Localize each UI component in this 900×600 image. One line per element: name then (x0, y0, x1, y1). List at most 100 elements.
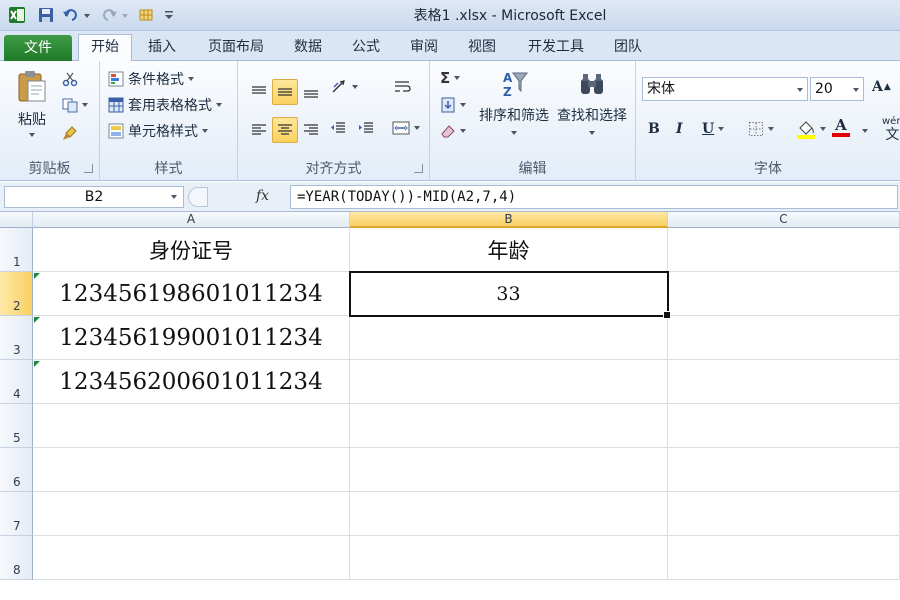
name-box[interactable]: B2 (4, 186, 184, 208)
cell-c6[interactable] (668, 448, 900, 492)
paste-button[interactable]: 粘贴 (10, 69, 54, 137)
column-header-b[interactable]: B (350, 212, 668, 228)
row-header-8[interactable]: 8 (0, 536, 33, 580)
error-indicator-a2[interactable] (34, 273, 40, 279)
tab-home[interactable]: 开始 (78, 34, 132, 62)
cell-a4[interactable]: 123456200601011234 (33, 360, 350, 404)
cell-a5[interactable] (33, 404, 350, 448)
cell-a8[interactable] (33, 536, 350, 580)
cell-b4[interactable] (350, 360, 668, 404)
align-left-button[interactable] (246, 117, 272, 143)
phonetic-char: 文 (885, 127, 900, 143)
underline-button[interactable]: U (702, 121, 725, 137)
orientation-button[interactable] (330, 79, 358, 95)
binoculars-icon (581, 74, 603, 94)
cell-c1[interactable] (668, 228, 900, 272)
tab-team[interactable]: 团队 (606, 35, 650, 61)
error-indicator-a3[interactable] (34, 317, 40, 323)
cell-a2[interactable]: 123456198601011234 (33, 272, 350, 316)
tab-page-layout[interactable]: 页面布局 (200, 35, 272, 61)
formula-bar-resize-handle[interactable] (188, 187, 208, 207)
row-header-2[interactable]: 2 (0, 272, 33, 316)
column-header-c[interactable]: C (668, 212, 900, 228)
font-size-box[interactable]: 20 (810, 77, 864, 101)
fill-dropdown-icon (460, 103, 466, 107)
align-bottom-button[interactable] (298, 79, 324, 105)
format-painter-button[interactable] (62, 125, 78, 141)
borders-button[interactable] (748, 121, 774, 137)
fill-color-button[interactable] (796, 119, 826, 139)
clipboard-launcher-icon[interactable] (84, 164, 93, 173)
column-header-a[interactable]: A (33, 212, 350, 228)
tab-file[interactable]: 文件 (4, 35, 72, 61)
cell-b2[interactable]: 33 (350, 272, 668, 316)
name-box-dropdown-icon[interactable] (171, 195, 177, 199)
fill-down-icon (441, 97, 455, 113)
insert-function-icon[interactable]: fx (256, 188, 269, 204)
sort-filter-button[interactable]: AZ 排序和筛选 (474, 69, 554, 135)
bold-button[interactable]: B (648, 121, 660, 137)
font-color-button[interactable]: A (832, 117, 850, 137)
wrap-text-button[interactable] (394, 79, 412, 95)
cut-button[interactable] (62, 71, 78, 87)
align-middle-button[interactable] (272, 79, 298, 105)
find-select-button[interactable]: 查找和选择 (552, 69, 632, 135)
cell-a3[interactable]: 123456199001011234 (33, 316, 350, 360)
format-as-table-button[interactable]: 套用表格格式 (108, 95, 222, 115)
font-color-dropdown-icon[interactable] (862, 129, 868, 133)
italic-button[interactable]: I (676, 121, 683, 137)
cell-c5[interactable] (668, 404, 900, 448)
row-header-7[interactable]: 7 (0, 492, 33, 536)
cell-c4[interactable] (668, 360, 900, 404)
tab-view[interactable]: 视图 (460, 35, 504, 61)
ribbon: 粘贴 剪贴板 条件格式 套用表格格式 单元格样式 样式 对齐方式 Σ A Z 排… (0, 61, 900, 181)
cell-b6[interactable] (350, 448, 668, 492)
row-header-4[interactable]: 4 (0, 360, 33, 404)
tab-formulas[interactable]: 公式 (344, 35, 388, 61)
fill-button[interactable] (440, 97, 466, 113)
tab-developer[interactable]: 开发工具 (518, 35, 594, 61)
phonetic-button[interactable]: wén 文 (882, 117, 900, 144)
conditional-format-button[interactable]: 条件格式 (108, 69, 194, 89)
align-right-button[interactable] (298, 117, 324, 143)
autosum-button[interactable]: Σ (440, 69, 461, 87)
font-name-dropdown-icon[interactable] (797, 88, 803, 92)
row-header-1[interactable]: 1 (0, 228, 33, 272)
tab-review[interactable]: 审阅 (402, 35, 446, 61)
cell-styles-icon (108, 123, 124, 139)
tab-data[interactable]: 数据 (286, 35, 330, 61)
row-header-5[interactable]: 5 (0, 404, 33, 448)
error-indicator-a4[interactable] (34, 361, 40, 367)
align-center-button[interactable] (272, 117, 298, 143)
cell-b7[interactable] (350, 492, 668, 536)
font-size-dropdown-icon[interactable] (853, 88, 859, 92)
merge-center-button[interactable] (392, 121, 420, 135)
cell-c8[interactable] (668, 536, 900, 580)
table-format-icon (108, 97, 124, 113)
increase-indent-button[interactable] (358, 121, 374, 135)
row-header-6[interactable]: 6 (0, 448, 33, 492)
grow-font-button[interactable]: A ▲ (872, 79, 891, 95)
cell-c2[interactable] (668, 272, 900, 316)
align-top-button[interactable] (246, 79, 272, 105)
cell-b8[interactable] (350, 536, 668, 580)
alignment-launcher-icon[interactable] (414, 164, 423, 173)
tab-insert[interactable]: 插入 (140, 35, 184, 61)
clear-button[interactable] (440, 123, 466, 139)
row-header-3[interactable]: 3 (0, 316, 33, 360)
cell-styles-button[interactable]: 单元格样式 (108, 121, 208, 141)
cell-c7[interactable] (668, 492, 900, 536)
cell-a1[interactable]: 身份证号 (33, 228, 350, 272)
copy-button[interactable] (62, 97, 88, 113)
sort-filter-label: 排序和筛选 (479, 108, 549, 124)
formula-input[interactable]: =YEAR(TODAY())-MID(A2,7,4) (290, 185, 898, 209)
cell-a7[interactable] (33, 492, 350, 536)
select-all-corner[interactable] (0, 212, 33, 228)
decrease-indent-button[interactable] (330, 121, 346, 135)
font-name-box[interactable]: 宋体 (642, 77, 808, 101)
cell-b1[interactable]: 年龄 (350, 228, 668, 272)
cell-b3[interactable] (350, 316, 668, 360)
cell-c3[interactable] (668, 316, 900, 360)
cell-a6[interactable] (33, 448, 350, 492)
cell-b5[interactable] (350, 404, 668, 448)
